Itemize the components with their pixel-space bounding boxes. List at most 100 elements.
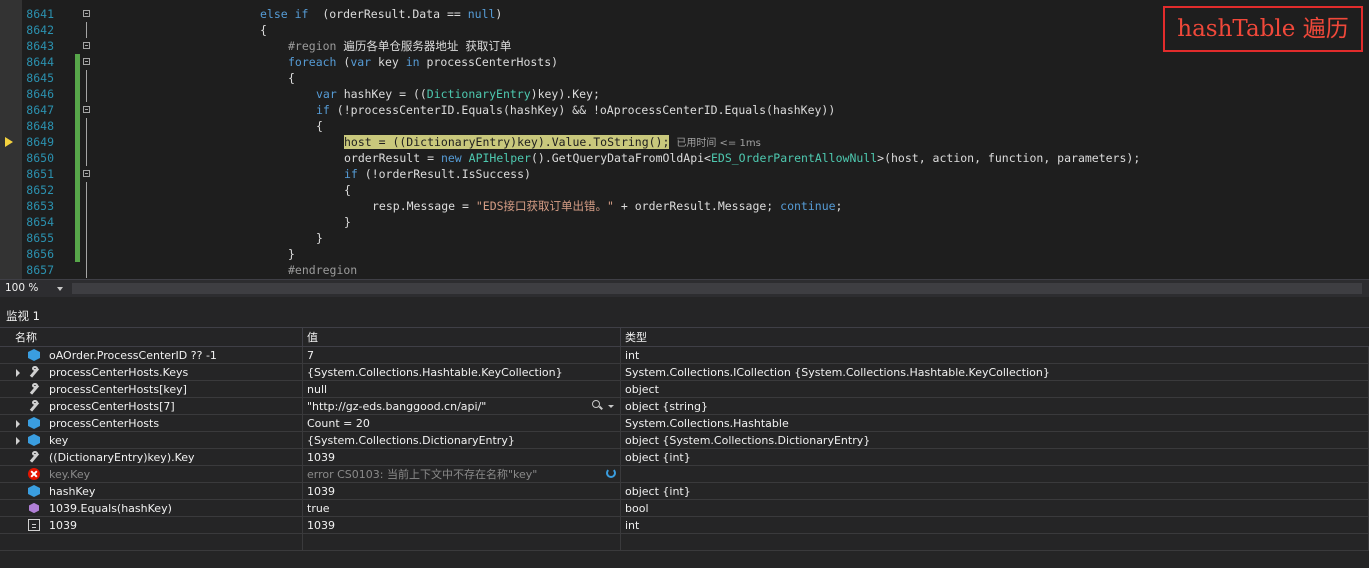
zoom-dropdown[interactable]: 100 % [2,281,65,296]
change-marker [75,150,80,166]
watch-row[interactable]: oAOrder.ProcessCenterID ?? -1 7 int [0,347,1369,364]
watch-row[interactable]: hashKey 1039 object {int} [0,483,1369,500]
watch-window-title[interactable]: 监视 1 [0,305,1369,327]
change-marker [75,118,80,134]
code-line[interactable]: 8650 orderResult = new APIHelper().GetQue… [0,150,1369,166]
chevron-down-icon [57,287,63,291]
outline-line [86,118,87,134]
collapse-icon[interactable] [83,42,90,49]
watch-name: key.Key [49,468,91,481]
line-number: 8648 [26,119,54,133]
watch-value-cell[interactable]: {System.Collections.DictionaryEntry} [303,432,621,448]
expand-arrow-icon[interactable] [16,369,20,377]
watch-value-cell[interactable]: {System.Collections.Hashtable.KeyCollect… [303,364,621,380]
watch-value-cell[interactable]: null [303,381,621,397]
code-text: { [260,23,267,37]
change-marker [75,198,80,214]
watch-name-cell[interactable]: oAOrder.ProcessCenterID ?? -1 [10,347,303,363]
watch-name-cell[interactable]: processCenterHosts[key] [10,381,303,397]
watch-name-cell[interactable]: ((DictionaryEntry)key).Key [10,449,303,465]
watch-name-cell[interactable]: processCenterHosts.Keys [10,364,303,380]
watch-value-cell[interactable]: error CS0103: 当前上下文中不存在名称"key" [303,466,621,482]
watch-empty-cell[interactable] [10,534,303,550]
expand-arrow-icon[interactable] [16,420,20,428]
column-header-type[interactable]: 类型 [621,328,1369,347]
watch-value: 1039 [307,451,335,464]
outline-line [86,246,87,262]
collapse-icon[interactable] [83,106,90,113]
watch-empty-cell[interactable] [621,534,1369,550]
code-line[interactable]: 8649 host = ((DictionaryEntry)key).Value.… [0,134,1369,150]
refresh-icon[interactable] [606,468,616,478]
watch-empty-row[interactable] [0,534,1369,551]
change-marker [75,166,80,182]
watch-name: hashKey [49,485,96,498]
watch-value-cell[interactable]: 7 [303,347,621,363]
watch-value: 1039 [307,519,335,532]
line-number: 8642 [26,23,54,37]
watch-value: true [307,502,330,515]
cube-icon [28,485,40,497]
watch-row[interactable]: 1039.Equals(hashKey) true bool [0,500,1369,517]
watch-value: 7 [307,349,314,362]
code-line[interactable]: 8653 resp.Message = "EDS接口获取订单出错。" + orde… [0,198,1369,214]
code-line[interactable]: 8655} [0,230,1369,246]
watch-value-cell[interactable]: 1039 [303,517,621,533]
code-line[interactable]: 8652 { [0,182,1369,198]
watch-value-cell[interactable]: 1039 [303,449,621,465]
code-line[interactable]: 8645 { [0,70,1369,86]
watch-row[interactable]: processCenterHosts Count = 20 System.Colle… [0,415,1369,432]
watch-value-cell[interactable]: true [303,500,621,516]
outline-line [86,198,87,214]
watch-name-cell[interactable]: hashKey [10,483,303,499]
watch-type-cell: object {int} [621,483,1369,499]
expand-arrow-icon[interactable] [16,437,20,445]
code-line[interactable]: 8647 if (!processCenterID.Equals(hashKey)… [0,102,1369,118]
code-line[interactable]: 8651 if (!orderResult.IsSuccess) [0,166,1369,182]
code-line[interactable]: 8648 { [0,118,1369,134]
horizontal-scrollbar[interactable] [72,283,1362,294]
line-number: 8646 [26,87,54,101]
code-line[interactable]: 8654} [0,214,1369,230]
code-line[interactable]: 8656} [0,246,1369,262]
chevron-down-icon[interactable] [608,405,614,408]
collapse-icon[interactable] [83,170,90,177]
watch-row[interactable]: ((DictionaryEntry)key).Key 1039 object {in… [0,449,1369,466]
watch-name-cell[interactable]: 1039.Equals(hashKey) [10,500,303,516]
magnifier-icon[interactable] [592,400,600,408]
watch-empty-cell[interactable] [303,534,621,550]
code-line[interactable]: 8646 var hashKey = ((DictionaryEntry)key)… [0,86,1369,102]
column-header-name[interactable]: 名称 [0,328,303,347]
collapse-icon[interactable] [83,10,90,17]
watch-row[interactable]: processCenterHosts[key] null object [0,381,1369,398]
watch-name-cell[interactable]: 1039 [10,517,303,533]
watch-row[interactable]: processCenterHosts.Keys {System.Collectio… [0,364,1369,381]
code-text: #endregion [288,263,358,277]
watch-name-cell[interactable]: processCenterHosts [10,415,303,431]
code-line[interactable]: 8644 foreach (var key in processCenterHos… [0,54,1369,70]
change-marker [75,54,80,70]
watch-value-cell[interactable]: Count = 20 [303,415,621,431]
watch-type-cell: System.Collections.ICollection {System.C… [621,364,1369,380]
code-text: } [288,247,295,261]
code-line[interactable]: 8657 #endregion [0,262,1369,278]
line-number: 8649 [26,135,54,149]
cube-icon [28,434,40,446]
watch-row[interactable]: key.Key error CS0103: 当前上下文中不存在名称"key" [0,466,1369,483]
watch-row[interactable]: 1039 1039 int [0,517,1369,534]
watch-name-cell[interactable]: processCenterHosts[7] [10,398,303,414]
collapse-icon[interactable] [83,58,90,65]
watch-type-cell [621,466,1369,482]
watch-value-cell[interactable]: 1039 [303,483,621,499]
watch-name-cell[interactable]: key.Key [10,466,303,482]
watch-type-cell: object {string} [621,398,1369,414]
watch-row[interactable]: processCenterHosts[7] "http://gz-eds.bang… [0,398,1369,415]
watch-type-cell: bool [621,500,1369,516]
watch-row[interactable]: key {System.Collections.DictionaryEntry} o… [0,432,1369,449]
watch-value-cell[interactable]: "http://gz-eds.banggood.cn/api/" [303,398,621,414]
code-editor[interactable]: 8641 else if (orderResult.Data == null) 86… [0,0,1369,279]
column-header-value[interactable]: 值 [303,328,621,347]
line-number: 8651 [26,167,54,181]
watch-name-cell[interactable]: key [10,432,303,448]
watch-name: 1039 [49,519,77,532]
